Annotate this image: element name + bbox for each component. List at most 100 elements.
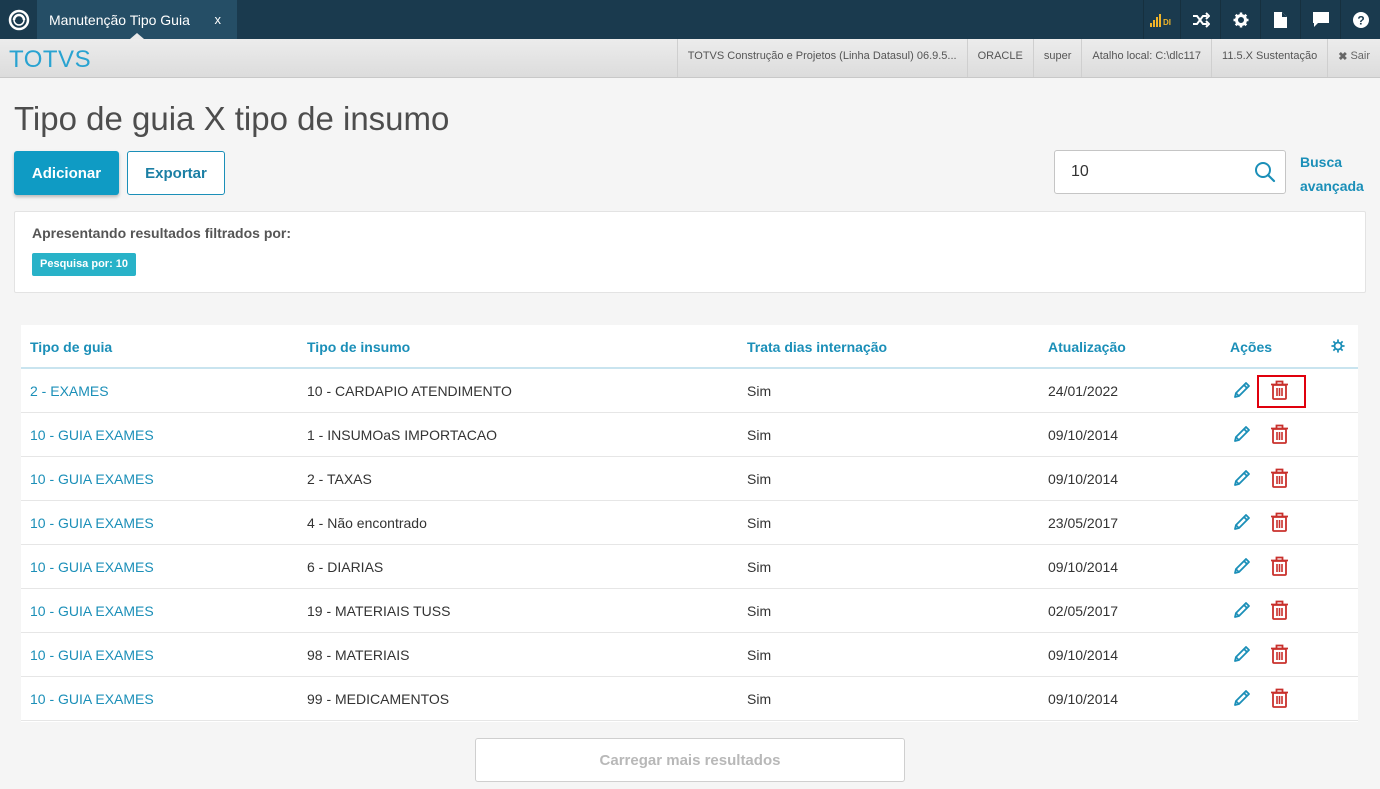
trata-dias-cell: Sim <box>747 471 772 487</box>
column-header-acoes: Ações <box>1230 339 1273 355</box>
atualizacao-cell: 09/10/2014 <box>1048 471 1119 487</box>
version-info: 11.5.X Sustentação <box>1211 39 1327 77</box>
delete-highlight-box <box>1257 375 1306 408</box>
table-row: 10 - GUIA EXAMES 2 - TAXAS Sim 09/10/201… <box>21 457 1358 501</box>
trata-dias-cell: Sim <box>747 603 772 619</box>
delete-trash-icon[interactable] <box>1270 556 1289 581</box>
gear-icon[interactable] <box>1220 0 1260 39</box>
trata-dias-cell: Sim <box>747 515 772 531</box>
user-info: super <box>1032 39 1082 77</box>
signal-icon[interactable]: DI <box>1143 0 1180 39</box>
filter-chip[interactable]: Pesquisa por: 10 <box>32 253 137 276</box>
table-row: 10 - GUIA EXAMES 98 - MATERIAIS Sim 09/1… <box>21 633 1358 677</box>
delete-trash-icon[interactable] <box>1270 468 1289 493</box>
atualizacao-cell: 09/10/2014 <box>1048 691 1119 707</box>
edit-pencil-icon[interactable] <box>1232 688 1252 713</box>
delete-trash-icon[interactable] <box>1270 424 1289 449</box>
tipo-guia-link[interactable]: 10 - GUIA EXAMES <box>30 691 154 707</box>
logout-button[interactable]: ✖ Sair <box>1327 39 1380 77</box>
edit-pencil-icon[interactable] <box>1232 424 1252 449</box>
tipo-insumo-cell: 4 - Não encontrado <box>307 515 427 531</box>
table-row: 10 - GUIA EXAMES 19 - MATERIAIS TUSS Sim… <box>21 589 1358 633</box>
shuffle-icon[interactable] <box>1180 0 1220 39</box>
tab-manutencao-tipo-guia[interactable]: Manutenção Tipo Guia x <box>37 0 237 39</box>
tipo-insumo-cell: 19 - MATERIAIS TUSS <box>307 603 451 619</box>
trata-dias-cell: Sim <box>747 647 772 663</box>
edit-pencil-icon[interactable] <box>1232 556 1252 581</box>
column-header-atualizacao[interactable]: Atualização <box>1048 339 1126 355</box>
column-header-trata-dias[interactable]: Trata dias internação <box>747 339 887 355</box>
tipo-guia-link[interactable]: 10 - GUIA EXAMES <box>30 427 154 443</box>
top-bar: Manutenção Tipo Guia x DI ? <box>0 0 1380 39</box>
filter-panel: Apresentando resultados filtrados por: P… <box>14 211 1366 293</box>
app-logo-icon[interactable] <box>0 0 37 39</box>
tipo-guia-link[interactable]: 10 - GUIA EXAMES <box>30 603 154 619</box>
delete-trash-icon[interactable] <box>1270 512 1289 537</box>
close-icon: ✖ <box>1338 51 1348 63</box>
delete-trash-icon[interactable] <box>1270 644 1289 669</box>
tipo-insumo-cell: 98 - MATERIAIS <box>307 647 410 663</box>
table-row: 2 - EXAMES 10 - CARDAPIO ATENDIMENTO Sim… <box>21 369 1358 413</box>
table-row: 10 - GUIA EXAMES 6 - DIARIAS Sim 09/10/2… <box>21 545 1358 589</box>
advanced-search-label-2: avançada <box>1300 178 1364 194</box>
tipo-insumo-cell: 10 - CARDAPIO ATENDIMENTO <box>307 383 512 399</box>
add-button[interactable]: Adicionar <box>14 151 119 195</box>
product-info: TOTVS Construção e Projetos (Linha Datas… <box>676 39 967 77</box>
tipo-guia-link[interactable]: 10 - GUIA EXAMES <box>30 559 154 575</box>
chat-icon[interactable] <box>1300 0 1340 39</box>
atualizacao-cell: 09/10/2014 <box>1048 559 1119 575</box>
tipo-insumo-cell: 2 - TAXAS <box>307 471 372 487</box>
trata-dias-cell: Sim <box>747 427 772 443</box>
table-row: 10 - GUIA EXAMES 99 - MEDICAMENTOS Sim 0… <box>21 677 1358 721</box>
atualizacao-cell: 02/05/2017 <box>1048 603 1119 619</box>
table-header: Tipo de guia Tipo de insumo Trata dias i… <box>21 325 1358 369</box>
trata-dias-cell: Sim <box>747 559 772 575</box>
edit-pencil-icon[interactable] <box>1232 644 1252 669</box>
tipo-guia-link[interactable]: 2 - EXAMES <box>30 383 109 399</box>
tipo-insumo-cell: 99 - MEDICAMENTOS <box>307 691 450 707</box>
tab-close-button[interactable]: x <box>215 12 222 27</box>
page-title: Tipo de guia X tipo de insumo <box>14 100 450 137</box>
table-row: 10 - GUIA EXAMES 4 - Não encontrado Sim … <box>21 501 1358 545</box>
edit-pencil-icon[interactable] <box>1232 468 1252 493</box>
edit-pencil-icon[interactable] <box>1232 380 1252 405</box>
results-table: Tipo de guia Tipo de insumo Trata dias i… <box>21 325 1358 722</box>
tipo-insumo-cell: 6 - DIARIAS <box>307 559 384 575</box>
filter-title: Apresentando resultados filtrados por: <box>32 225 292 241</box>
atualizacao-cell: 23/05/2017 <box>1048 515 1119 531</box>
database-info: ORACLE <box>966 39 1033 77</box>
help-icon[interactable]: ? <box>1340 0 1380 39</box>
advanced-search-link[interactable]: Busca avançada <box>1300 150 1370 198</box>
brand-logo: TOTVS <box>9 46 92 73</box>
tipo-insumo-cell: 1 - INSUMOaS IMPORTACAO <box>307 427 498 443</box>
atualizacao-cell: 09/10/2014 <box>1048 427 1119 443</box>
delete-trash-icon[interactable] <box>1270 688 1289 713</box>
search-input[interactable] <box>1071 162 1241 182</box>
session-info: TOTVS Construção e Projetos (Linha Datas… <box>676 39 1380 77</box>
search-icon[interactable] <box>1254 161 1276 188</box>
header-bar: TOTVS TOTVS Construção e Projetos (Linha… <box>0 39 1380 78</box>
tab-label: Manutenção Tipo Guia <box>49 11 190 28</box>
atualizacao-cell: 09/10/2014 <box>1048 647 1119 663</box>
column-header-tipo-insumo[interactable]: Tipo de insumo <box>307 339 410 355</box>
column-header-tipo-guia[interactable]: Tipo de guia <box>30 339 112 355</box>
svg-text:?: ? <box>1357 13 1364 27</box>
signal-text: DI <box>1163 18 1171 27</box>
edit-pencil-icon[interactable] <box>1232 512 1252 537</box>
edit-pencil-icon[interactable] <box>1232 600 1252 625</box>
atualizacao-cell: 24/01/2022 <box>1048 383 1119 399</box>
load-more-button[interactable]: Carregar mais resultados <box>475 738 905 782</box>
top-toolbar: DI ? <box>1143 0 1380 39</box>
column-settings-gear-icon[interactable] <box>1331 339 1345 358</box>
tipo-guia-link[interactable]: 10 - GUIA EXAMES <box>30 647 154 663</box>
advanced-search-label-1: Busca <box>1300 154 1343 170</box>
export-button[interactable]: Exportar <box>127 151 225 195</box>
document-icon[interactable] <box>1260 0 1300 39</box>
shortcut-info: Atalho local: C:\dlc117 <box>1081 39 1211 77</box>
delete-trash-icon[interactable] <box>1270 600 1289 625</box>
tipo-guia-link[interactable]: 10 - GUIA EXAMES <box>30 471 154 487</box>
search-box <box>1054 150 1286 194</box>
table-row: 10 - GUIA EXAMES 1 - INSUMOaS IMPORTACAO… <box>21 413 1358 457</box>
tipo-guia-link[interactable]: 10 - GUIA EXAMES <box>30 515 154 531</box>
trata-dias-cell: Sim <box>747 691 772 707</box>
